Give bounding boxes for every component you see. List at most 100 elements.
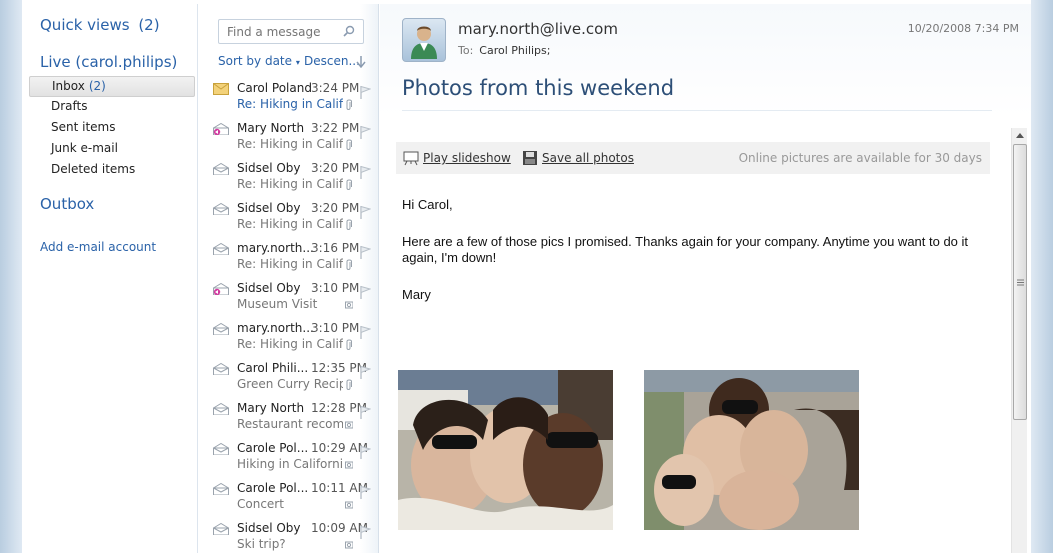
envelope-open-icon bbox=[213, 483, 229, 495]
message-sender: Carole Pol... bbox=[237, 441, 309, 455]
save-all-photos-link[interactable]: Save all photos bbox=[542, 151, 634, 165]
play-slideshow-link[interactable]: Play slideshow bbox=[423, 151, 511, 165]
message-sender: Carol Phili... bbox=[237, 361, 309, 375]
message-subject-preview: Re: Hiking in Calif... bbox=[237, 217, 343, 231]
photo-thumbnail[interactable] bbox=[644, 370, 859, 530]
folder-label: Drafts bbox=[51, 99, 88, 113]
message-time: 12:28 PM bbox=[311, 401, 367, 415]
avatar[interactable] bbox=[402, 18, 446, 62]
folder-sent-items[interactable]: Sent items bbox=[29, 117, 195, 138]
reading-pane-scrollbar[interactable] bbox=[1011, 128, 1027, 553]
message-list-item[interactable]: Sidsel Oby 10:09 AM Ski trip? bbox=[199, 519, 378, 553]
flag-icon[interactable] bbox=[359, 165, 371, 179]
message-list-item[interactable]: mary.north... 3:16 PM Re: Hiking in Calif.… bbox=[199, 239, 378, 279]
message-list-item[interactable]: mary.north... 3:10 PM Re: Hiking in Calif.… bbox=[199, 319, 378, 359]
message-date: 10/20/2008 7:34 PM bbox=[907, 22, 1019, 35]
folder-drafts[interactable]: Drafts bbox=[29, 96, 195, 117]
photo-thumbnail[interactable] bbox=[398, 370, 613, 530]
photo-image bbox=[398, 370, 613, 530]
envelope-closed-icon bbox=[213, 83, 229, 95]
paperclip-icon bbox=[346, 99, 352, 110]
save-disk-icon[interactable] bbox=[522, 150, 538, 166]
sort-row: Sort by date ▾ Descen... bbox=[218, 54, 370, 70]
sort-by-date-dropdown[interactable]: Sort by date ▾ bbox=[218, 54, 300, 68]
flag-icon[interactable] bbox=[359, 325, 371, 339]
message-list-item[interactable]: Carole Pol... 10:11 AM Concert bbox=[199, 479, 378, 519]
message-sender: mary.north... bbox=[237, 241, 314, 255]
slideshow-icon[interactable] bbox=[403, 150, 419, 166]
flag-icon[interactable] bbox=[359, 205, 371, 219]
photo-attachment-icon bbox=[345, 421, 353, 429]
message-subject-preview: Ski trip? bbox=[237, 537, 286, 551]
search-input[interactable] bbox=[219, 20, 339, 43]
photo-attachment-icon bbox=[345, 461, 353, 469]
search-box[interactable] bbox=[218, 19, 364, 44]
flag-icon[interactable] bbox=[359, 85, 371, 99]
folder-label: Deleted items bbox=[51, 162, 136, 176]
folder-deleted-items[interactable]: Deleted items bbox=[29, 159, 195, 180]
message-list-item[interactable]: Sidsel Oby 3:20 PM Re: Hiking in Calif... bbox=[199, 159, 378, 199]
envelope-reply-icon bbox=[213, 123, 229, 135]
quick-views-header[interactable]: Quick views (2) bbox=[40, 16, 160, 34]
envelope-reply-icon bbox=[213, 283, 229, 295]
recipient-name[interactable]: Carol Philips; bbox=[479, 44, 550, 57]
window-frame-left bbox=[0, 0, 22, 553]
greeting: Hi Carol, bbox=[402, 197, 453, 212]
message-sender: Mary North bbox=[237, 401, 305, 415]
message-subject-preview: Museum Visit bbox=[237, 297, 318, 311]
flag-icon[interactable] bbox=[359, 365, 371, 379]
sort-descending-icon[interactable] bbox=[356, 56, 366, 68]
message-list-item[interactable]: Sidsel Oby 3:20 PM Re: Hiking in Calif... bbox=[199, 199, 378, 239]
search-icon[interactable] bbox=[343, 25, 355, 37]
folder-count: (2) bbox=[88, 79, 106, 93]
contact-person-icon bbox=[411, 26, 437, 59]
envelope-open-icon bbox=[213, 443, 229, 455]
photo-attachment-icon bbox=[345, 301, 353, 309]
paperclip-icon bbox=[346, 139, 352, 150]
flag-icon[interactable] bbox=[359, 445, 371, 459]
message-time: 3:10 PM bbox=[311, 281, 360, 295]
envelope-open-icon bbox=[213, 203, 229, 215]
online-pictures-note: Online pictures are available for 30 day… bbox=[738, 151, 982, 165]
envelope-open-icon bbox=[213, 523, 229, 535]
flag-icon[interactable] bbox=[359, 285, 371, 299]
flag-icon[interactable] bbox=[359, 405, 371, 419]
folder-junk-email[interactable]: Junk e-mail bbox=[29, 138, 195, 159]
message-list-item[interactable]: Carol Phili... 12:35 PM Green Curry Recipe bbox=[199, 359, 378, 399]
message-list-item[interactable]: Sidsel Oby 3:10 PM Museum Visit bbox=[199, 279, 378, 319]
add-email-account-link[interactable]: Add e-mail account bbox=[40, 240, 156, 254]
flag-icon[interactable] bbox=[359, 485, 371, 499]
message-time: 3:22 PM bbox=[311, 121, 360, 135]
folder-label: Junk e-mail bbox=[51, 141, 118, 155]
flag-icon[interactable] bbox=[359, 125, 371, 139]
message-time: 3:16 PM bbox=[311, 241, 360, 255]
message-list-item[interactable]: Carol Poland 3:24 PM Re: Hiking in Calif..… bbox=[199, 79, 378, 119]
signature: Mary bbox=[402, 287, 431, 302]
message-subject: Photos from this weekend bbox=[402, 76, 675, 100]
message-sender: Sidsel Oby bbox=[237, 161, 301, 175]
outbox-folder[interactable]: Outbox bbox=[40, 195, 94, 213]
sort-order-button[interactable]: Descen... bbox=[304, 54, 360, 68]
flag-icon[interactable] bbox=[359, 525, 371, 539]
account-header[interactable]: Live (carol.philips) bbox=[40, 53, 177, 71]
folder-label: Inbox bbox=[52, 79, 85, 93]
quick-views-label: Quick views bbox=[40, 16, 130, 34]
folder-inbox[interactable]: Inbox (2) bbox=[29, 76, 195, 97]
message-subject-preview: Re: Hiking in Calif... bbox=[237, 337, 343, 351]
body-paragraph: Here are a few of those pics I promised.… bbox=[402, 234, 969, 265]
quick-views-count: (2) bbox=[138, 16, 160, 34]
message-list-item[interactable]: Mary North 12:28 PM Restaurant recomm... bbox=[199, 399, 378, 439]
paperclip-icon bbox=[346, 219, 352, 230]
message-time: 10:29 AM bbox=[311, 441, 368, 455]
scroll-thumb[interactable] bbox=[1013, 144, 1027, 420]
to-label: To: bbox=[458, 44, 474, 57]
sender-address[interactable]: mary.north@live.com bbox=[458, 20, 618, 38]
paperclip-icon bbox=[346, 179, 352, 190]
message-list-item[interactable]: Carole Pol... 10:29 AM Hiking in Californi… bbox=[199, 439, 378, 479]
message-list-item[interactable]: Mary North 3:22 PM Re: Hiking in Calif... bbox=[199, 119, 378, 159]
message-sender: Sidsel Oby bbox=[237, 281, 301, 295]
flag-icon[interactable] bbox=[359, 245, 371, 259]
photo-attachment-icon bbox=[345, 501, 353, 509]
reading-pane: mary.north@live.com To: Carol Philips; 10… bbox=[380, 4, 1031, 553]
scroll-up-arrow-icon[interactable] bbox=[1012, 128, 1028, 144]
